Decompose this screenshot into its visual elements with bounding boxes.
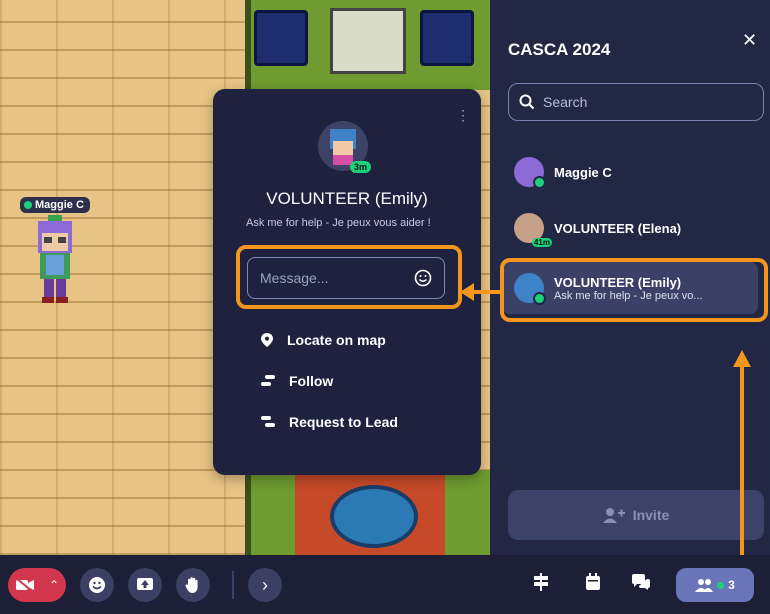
emote-button[interactable] bbox=[80, 568, 114, 602]
people-icon bbox=[695, 579, 714, 592]
camera-toggle-button[interactable]: ⌃ bbox=[8, 568, 66, 602]
smile-icon bbox=[89, 577, 105, 593]
raise-hand-button[interactable] bbox=[176, 568, 210, 602]
share-screen-icon bbox=[137, 578, 153, 590]
expand-toolbar-button[interactable]: › bbox=[248, 568, 282, 602]
chevron-right-icon: › bbox=[262, 574, 268, 595]
participant-count: 3 bbox=[728, 578, 735, 592]
hand-icon bbox=[185, 577, 198, 593]
annotation-arrows bbox=[460, 283, 751, 555]
calendar-icon[interactable] bbox=[585, 573, 601, 596]
participants-button[interactable]: 3 bbox=[676, 568, 754, 602]
chevron-up-icon[interactable]: ⌃ bbox=[49, 578, 59, 592]
signpost-icon[interactable] bbox=[533, 573, 549, 596]
camera-off-icon bbox=[15, 578, 34, 592]
toolbar-divider bbox=[232, 571, 234, 599]
share-screen-button[interactable] bbox=[128, 568, 162, 602]
bottom-toolbar: ⌃ › 3 bbox=[0, 555, 770, 614]
chat-icon[interactable] bbox=[631, 573, 651, 596]
arrow-head-up bbox=[733, 350, 751, 367]
arrow-head-left bbox=[460, 283, 474, 301]
online-status-icon bbox=[717, 581, 725, 589]
